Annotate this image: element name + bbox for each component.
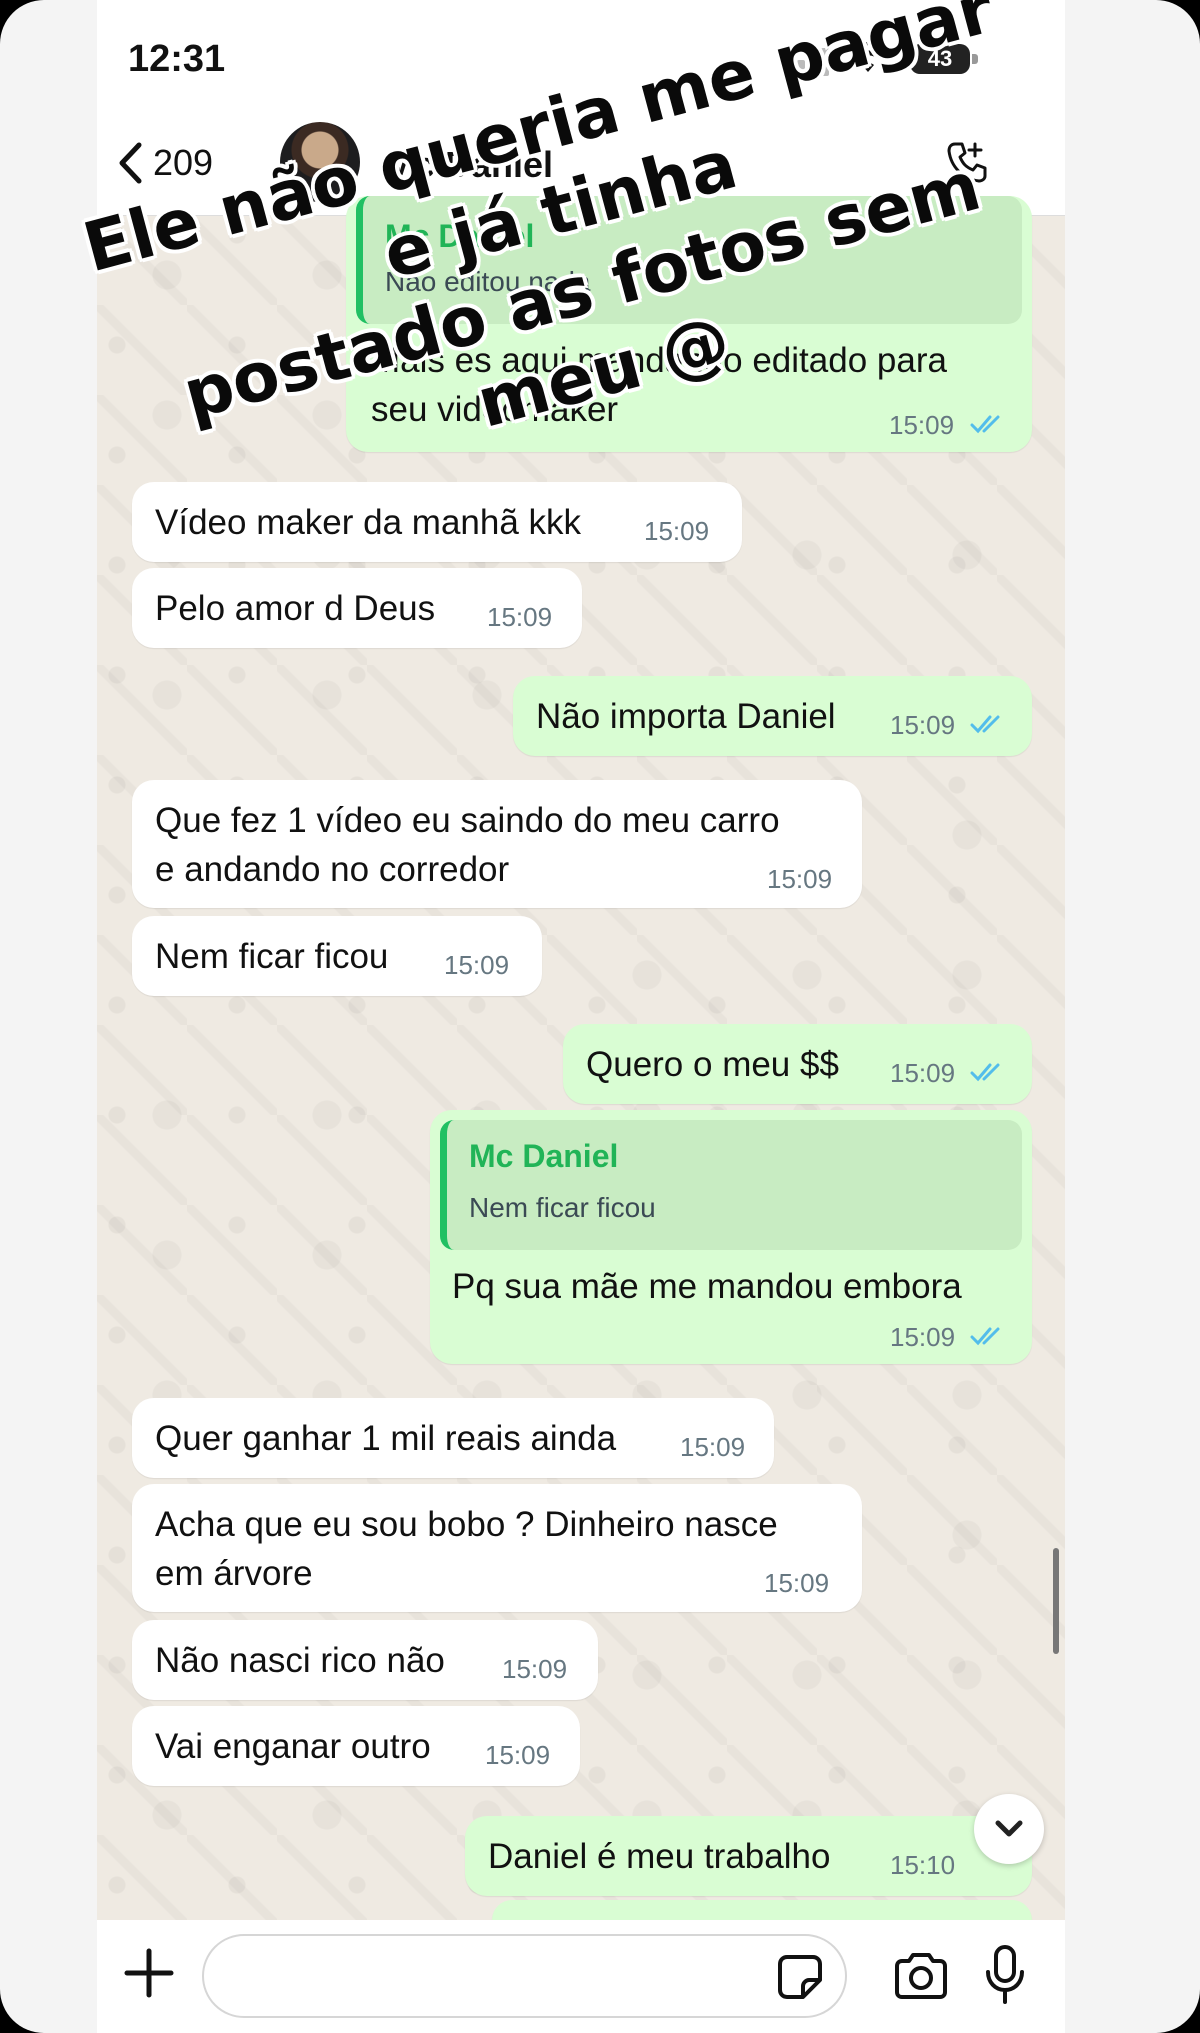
message-time: 15:09	[890, 1058, 956, 1088]
message-bubble[interactable]: Vai enganar outro 15:09	[132, 1706, 580, 1786]
message-time: 15:09	[680, 1432, 746, 1462]
message-text-line: em árvore	[155, 1554, 313, 1593]
quoted-text: Nem ficar ficou	[469, 1192, 656, 1223]
message-bubble[interactable]: Pelo amor d Deus 15:09	[132, 568, 582, 648]
message-time: 15:09	[767, 864, 833, 894]
message-text: Vai enganar outro	[155, 1727, 431, 1766]
message-bubble[interactable]: Mc Daniel Nem ficar ficou Pq sua mãe me …	[430, 1110, 1032, 1364]
message-text: Pelo amor d Deus	[155, 589, 436, 628]
double-check-icon	[970, 1063, 1000, 1082]
message-text: Não nasci rico não	[155, 1641, 445, 1680]
message-bubble[interactable]: Quero o meu $$ 15:09	[563, 1024, 1032, 1104]
message-text-line: Acha que eu sou bobo ? Dinheiro nasce	[155, 1505, 778, 1544]
camera-icon[interactable]	[893, 1952, 949, 2000]
scrollbar[interactable]	[1053, 1548, 1059, 1654]
message-text: Pq sua mãe me mandou embora	[452, 1267, 962, 1306]
message-input[interactable]	[202, 1934, 847, 2018]
scroll-down-button[interactable]	[974, 1794, 1044, 1864]
message-time: 15:09	[485, 1740, 551, 1770]
message-time: 15:09	[644, 516, 710, 546]
message-text: Daniel é meu trabalho	[488, 1837, 831, 1876]
message-text: Quer ganhar 1 mil reais ainda	[155, 1419, 617, 1458]
message-bubble[interactable]: Acha que eu sou bobo ? Dinheiro nasce em…	[132, 1484, 862, 1612]
message-bubble[interactable]: Não nasci rico não 15:09	[132, 1620, 598, 1700]
message-text: Nem ficar ficou	[155, 937, 389, 976]
message-time: 15:09	[502, 1654, 568, 1684]
message-text: Quero o meu $$	[586, 1045, 839, 1084]
message-text-line: e andando no corredor	[155, 850, 510, 889]
status-clock: 12:31	[128, 38, 226, 80]
message-bubble[interactable]: Daniel é meu trabalho 15:10	[465, 1816, 1032, 1896]
message-time: 15:09	[890, 710, 956, 740]
double-check-icon	[970, 715, 1000, 734]
message-bubble[interactable]: Quer ganhar 1 mil reais ainda 15:09	[132, 1398, 774, 1478]
quoted-message[interactable]: Mc Daniel Nem ficar ficou	[440, 1120, 1022, 1250]
message-time: 15:09	[890, 1322, 956, 1352]
double-check-icon	[970, 1327, 1000, 1346]
back-icon	[119, 142, 142, 184]
sticker-icon[interactable]	[777, 1954, 823, 2000]
message-bubble[interactable]: Não importa Daniel 15:09	[513, 676, 1032, 756]
plus-icon[interactable]	[124, 1948, 174, 1998]
double-check-icon	[970, 415, 1000, 434]
message-time: 15:09	[444, 950, 510, 980]
message-time: 15:09	[487, 602, 553, 632]
message-time: 15:10	[890, 1850, 956, 1880]
message-time: 15:09	[889, 410, 955, 440]
message-bubble[interactable]: Nem ficar ficou 15:09	[132, 916, 542, 996]
mic-icon[interactable]	[985, 1944, 1025, 2008]
quoted-sender: Mc Daniel	[469, 1138, 619, 1174]
message-bubble[interactable]: Que fez 1 vídeo eu saindo do meu carro e…	[132, 780, 862, 908]
message-text: Que fez 1 vídeo eu saindo do meu carro e…	[155, 796, 780, 894]
chevron-down-icon	[995, 1820, 1023, 1837]
message-time: 15:09	[764, 1568, 830, 1598]
message-text: Não importa Daniel	[536, 697, 836, 736]
composer-bar	[97, 1920, 1065, 2033]
message-text-line: Que fez 1 vídeo eu saindo do meu carro	[155, 801, 780, 840]
message-text: Acha que eu sou bobo ? Dinheiro nasce em…	[155, 1500, 778, 1598]
